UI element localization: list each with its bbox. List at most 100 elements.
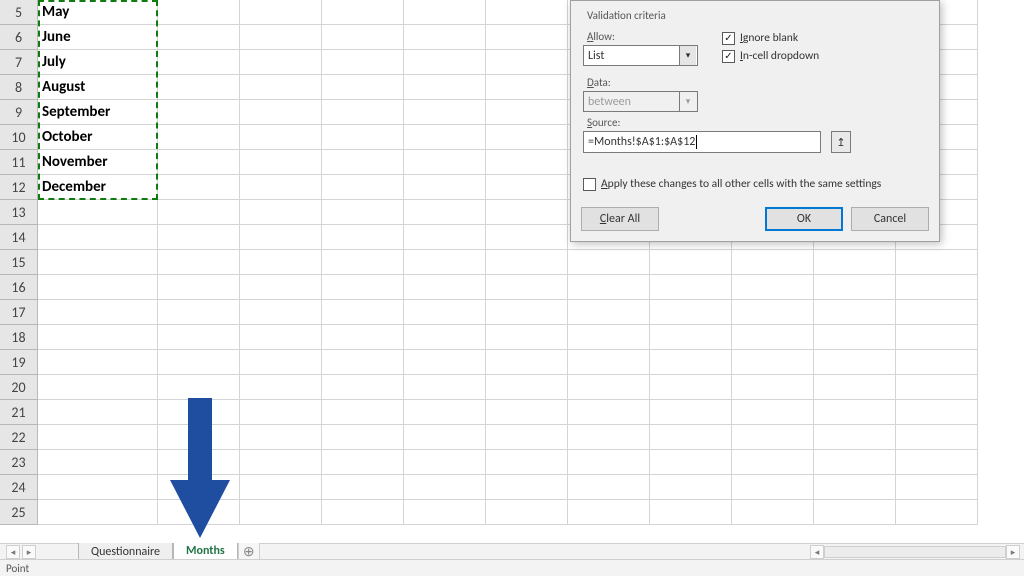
cell[interactable] <box>322 300 404 325</box>
cell[interactable] <box>38 250 158 275</box>
cell[interactable] <box>814 350 896 375</box>
cell[interactable] <box>650 425 732 450</box>
cell[interactable]: November <box>38 150 158 175</box>
cell[interactable] <box>322 275 404 300</box>
cell[interactable] <box>404 475 486 500</box>
cell[interactable] <box>486 250 568 275</box>
row-header[interactable]: 6 <box>0 25 38 50</box>
cell[interactable] <box>240 25 322 50</box>
cell[interactable] <box>322 250 404 275</box>
apply-to-same-settings-checkbox[interactable]: Apply these changes to all other cells w… <box>583 177 927 191</box>
row-header[interactable]: 19 <box>0 350 38 375</box>
cell[interactable] <box>322 375 404 400</box>
cell[interactable] <box>650 450 732 475</box>
scrollbar-track[interactable] <box>824 546 1006 558</box>
cell[interactable] <box>240 200 322 225</box>
cell[interactable] <box>896 325 978 350</box>
cell[interactable] <box>814 325 896 350</box>
cell[interactable] <box>486 275 568 300</box>
cell[interactable] <box>650 250 732 275</box>
cell[interactable] <box>568 400 650 425</box>
cell[interactable] <box>404 350 486 375</box>
cell[interactable] <box>240 500 322 525</box>
cell[interactable] <box>158 325 240 350</box>
cell[interactable] <box>486 300 568 325</box>
cell[interactable] <box>896 400 978 425</box>
cell[interactable] <box>38 200 158 225</box>
cell[interactable] <box>240 350 322 375</box>
cell[interactable] <box>486 500 568 525</box>
ignore-blank-checkbox[interactable]: ✓ Ignore blank <box>722 31 819 45</box>
cell[interactable] <box>568 300 650 325</box>
cell[interactable] <box>486 400 568 425</box>
row-header[interactable]: 17 <box>0 300 38 325</box>
cell[interactable] <box>322 100 404 125</box>
cell[interactable] <box>650 275 732 300</box>
cell[interactable] <box>158 350 240 375</box>
cell[interactable] <box>240 125 322 150</box>
cell[interactable] <box>486 375 568 400</box>
cell[interactable] <box>38 425 158 450</box>
cell[interactable] <box>404 125 486 150</box>
cell[interactable] <box>732 275 814 300</box>
cell[interactable] <box>404 50 486 75</box>
cell[interactable] <box>404 175 486 200</box>
cell[interactable]: July <box>38 50 158 75</box>
cell[interactable] <box>158 200 240 225</box>
cell[interactable] <box>486 325 568 350</box>
row-header[interactable]: 24 <box>0 475 38 500</box>
cell[interactable] <box>38 225 158 250</box>
cell[interactable] <box>240 250 322 275</box>
cell[interactable] <box>814 400 896 425</box>
cell[interactable] <box>404 450 486 475</box>
cell[interactable] <box>404 25 486 50</box>
cell[interactable] <box>896 350 978 375</box>
allow-combo[interactable]: List ▾ <box>583 45 698 66</box>
cell[interactable] <box>404 75 486 100</box>
cell[interactable] <box>404 425 486 450</box>
row-header[interactable]: 21 <box>0 400 38 425</box>
cell[interactable] <box>732 400 814 425</box>
cell[interactable] <box>240 275 322 300</box>
cell[interactable] <box>486 350 568 375</box>
ok-button[interactable]: OK <box>765 207 843 231</box>
cell[interactable] <box>322 475 404 500</box>
cell[interactable] <box>486 50 568 75</box>
cell[interactable] <box>404 400 486 425</box>
cell[interactable] <box>732 375 814 400</box>
cell[interactable] <box>486 150 568 175</box>
cell[interactable] <box>568 375 650 400</box>
cell[interactable] <box>322 450 404 475</box>
cell[interactable] <box>814 425 896 450</box>
cell[interactable] <box>404 500 486 525</box>
cell[interactable] <box>486 425 568 450</box>
cell[interactable] <box>158 75 240 100</box>
cell[interactable] <box>732 250 814 275</box>
cell[interactable] <box>486 225 568 250</box>
cell[interactable] <box>568 450 650 475</box>
cell[interactable] <box>38 400 158 425</box>
chevron-right-icon[interactable]: ▸ <box>1006 545 1020 559</box>
row-header[interactable]: 22 <box>0 425 38 450</box>
row-header[interactable]: 14 <box>0 225 38 250</box>
cell[interactable] <box>650 375 732 400</box>
row-header[interactable]: 16 <box>0 275 38 300</box>
cell[interactable] <box>240 225 322 250</box>
row-header[interactable]: 8 <box>0 75 38 100</box>
cell[interactable] <box>896 450 978 475</box>
cell[interactable] <box>158 275 240 300</box>
cell[interactable] <box>732 300 814 325</box>
cell[interactable] <box>240 150 322 175</box>
cell[interactable] <box>486 75 568 100</box>
row-header[interactable]: 5 <box>0 0 38 25</box>
cell[interactable] <box>322 25 404 50</box>
cell[interactable] <box>568 350 650 375</box>
cell[interactable] <box>158 175 240 200</box>
cell[interactable] <box>158 50 240 75</box>
cell[interactable] <box>158 100 240 125</box>
cell[interactable] <box>158 450 240 475</box>
cell[interactable] <box>486 175 568 200</box>
cell[interactable] <box>38 375 158 400</box>
cell[interactable] <box>896 375 978 400</box>
cell[interactable] <box>650 500 732 525</box>
